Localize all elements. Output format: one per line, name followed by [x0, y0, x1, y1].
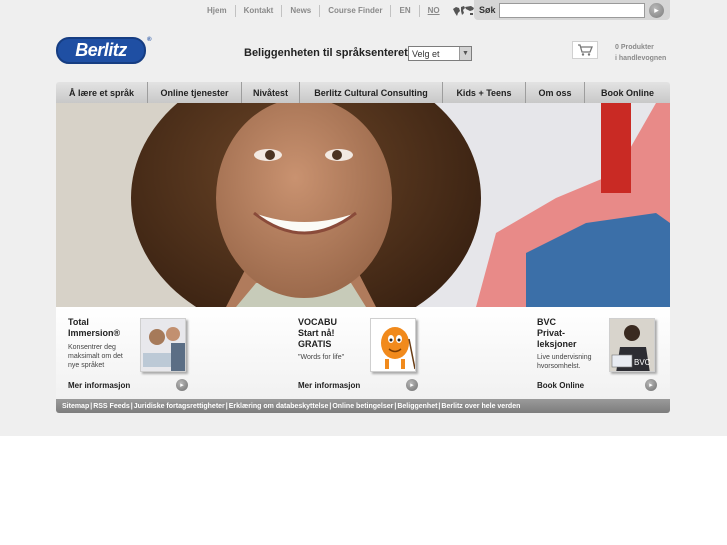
- footer-link-worldwide[interactable]: Berlitz over hele verden: [441, 403, 520, 410]
- promo-total-immersion: Total Immersion® Konsentrer deg maksimal…: [68, 307, 193, 399]
- menu-item-learn-language[interactable]: Å lære et språk: [56, 82, 148, 103]
- chevron-down-icon: ▼: [459, 47, 471, 60]
- promo-description: "Words for life": [298, 354, 345, 361]
- promo-bvc: BVC Privat- leksjoner Live undervisning …: [537, 307, 662, 399]
- logo-text: Berlitz: [75, 40, 127, 60]
- menu-item-online-services[interactable]: Online tjenester: [148, 82, 242, 103]
- top-link-lang-no[interactable]: NO: [420, 5, 448, 17]
- logo-registered-mark: ®: [147, 37, 151, 43]
- location-select-value: Velg et: [412, 48, 440, 59]
- promo-book-link[interactable]: Book Online: [537, 381, 584, 390]
- arrow-right-icon[interactable]: ▸: [649, 2, 664, 18]
- cart-summary[interactable]: 0 Produkter i handlevognen: [615, 42, 666, 64]
- footer-bar: Sitemap | RSS Feeds | Juridiske fortagsret…: [56, 399, 670, 413]
- shopping-cart-icon[interactable]: [572, 41, 598, 59]
- promo-title: Total Immersion®: [68, 317, 121, 338]
- arrow-right-icon[interactable]: ▸: [645, 379, 657, 391]
- menu-item-level-test[interactable]: Nivåtest: [242, 82, 300, 103]
- search-input[interactable]: [499, 2, 645, 18]
- menu-item-book-online[interactable]: Book Online: [585, 82, 670, 103]
- arrow-right-icon[interactable]: ▸: [406, 379, 418, 391]
- promo-strip: Total Immersion® Konsentrer deg maksimal…: [56, 307, 670, 399]
- search-label: Søk: [479, 5, 496, 15]
- cart-caption: i handlevognen: [615, 55, 667, 62]
- top-link-news[interactable]: News: [282, 5, 321, 17]
- footer-link-privacy[interactable]: Erklæring om databeskyttelse: [229, 403, 329, 410]
- promo-thumbnail[interactable]: [140, 318, 186, 372]
- menu-item-cultural-consulting[interactable]: Berlitz Cultural Consulting: [300, 82, 443, 103]
- promo-description: Konsentrer deg maksimalt om det nye språ…: [68, 344, 123, 369]
- footer-link-rss[interactable]: RSS Feeds: [93, 403, 130, 410]
- hero-banner-image: [56, 103, 670, 307]
- promo-more-link[interactable]: Mer informasjon: [68, 381, 130, 390]
- bvc-thumb-label: BVC: [634, 358, 651, 367]
- top-link-home[interactable]: Hjem: [199, 5, 236, 17]
- arrow-right-icon[interactable]: ▸: [176, 379, 188, 391]
- footer-link-sitemap[interactable]: Sitemap: [62, 403, 89, 410]
- location-select[interactable]: Velg et ▼: [408, 46, 472, 61]
- top-link-lang-en[interactable]: EN: [391, 5, 420, 17]
- top-nav: Hjem Kontakt News Course Finder EN NO: [199, 4, 476, 18]
- berlitz-logo[interactable]: Berlitz ®: [56, 37, 151, 64]
- top-link-course-finder[interactable]: Course Finder: [320, 5, 392, 17]
- search-bar: Søk ▸: [474, 0, 670, 20]
- promo-title: BVC Privat- leksjoner: [537, 317, 577, 349]
- world-map-icon[interactable]: [452, 5, 476, 17]
- promo-more-link[interactable]: Mer informasjon: [298, 381, 360, 390]
- main-menu: Å lære et språk Online tjenester Nivåtes…: [56, 82, 670, 103]
- menu-item-about-us[interactable]: Om oss: [526, 82, 585, 103]
- cart-count: 0 Produkter: [615, 44, 654, 51]
- footer-link-location[interactable]: Beliggenhet: [397, 403, 437, 410]
- promo-vocabu: VOCABU Start nå! GRATIS "Words for life": [298, 307, 423, 399]
- menu-item-kids-teens[interactable]: Kids + Teens: [443, 82, 526, 103]
- footer-link-legal[interactable]: Juridiske fortagsrettigheter: [134, 403, 225, 410]
- promo-thumbnail[interactable]: BVC: [609, 318, 655, 372]
- promo-description: Live undervisning hvorsomhelst.: [537, 354, 592, 370]
- top-link-contact[interactable]: Kontakt: [236, 5, 283, 17]
- location-label: Beliggenheten til språksenteret: [244, 47, 408, 59]
- promo-thumbnail[interactable]: [370, 318, 416, 372]
- footer-link-terms[interactable]: Online betingelser: [332, 403, 393, 410]
- promo-title: VOCABU Start nå! GRATIS: [298, 317, 338, 349]
